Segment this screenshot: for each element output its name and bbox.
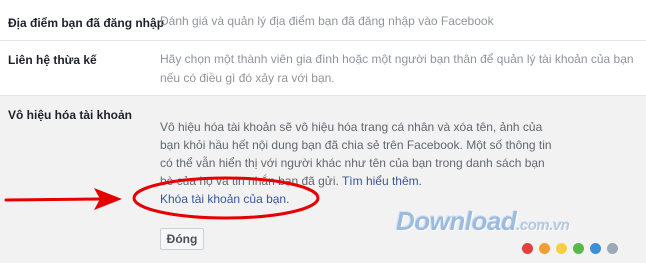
deactivate-description-text: bè của họ và tin nhắn bạn đã gửi.	[160, 174, 342, 188]
row-description: Đánh giá và quản lý địa điểm bạn đã đăng…	[160, 14, 494, 28]
deactivate-description-line-3: có thể vẫn hiển thị với người khác như t…	[160, 156, 545, 170]
row-label: Địa điểm bạn đã đăng nhập	[8, 16, 165, 30]
deactivate-description-line-2: bạn khỏi hầu hết nội dung bạn đã chia sẻ…	[160, 138, 552, 152]
watermark-dot-icon	[573, 243, 584, 254]
watermark-logo: Download.com.vn	[396, 206, 570, 237]
learn-more-link[interactable]: Tìm hiểu thêm.	[342, 174, 422, 188]
deactivate-description-line-4: bè của họ và tin nhắn bạn đã gửi. Tìm hi…	[160, 172, 620, 190]
close-button[interactable]: Đóng	[160, 228, 204, 250]
watermark-text: Download	[396, 206, 517, 236]
settings-row-login-locations[interactable]: Địa điểm bạn đã đăng nhập Đánh giá và qu…	[0, 0, 646, 40]
watermark-dots	[522, 243, 624, 257]
watermark-dot-icon	[522, 243, 533, 254]
row-label: Liên hệ thừa kế	[8, 53, 97, 67]
deactivate-account-link[interactable]: Khóa tài khoản của bạn.	[160, 192, 289, 206]
deactivate-description-line-1: Vô hiệu hóa tài khoản sẽ vô hiệu hóa tra…	[160, 120, 543, 134]
deactivate-label: Vô hiệu hóa tài khoản	[8, 108, 133, 122]
watermark-dot-icon	[607, 243, 618, 254]
watermark-suffix: .com.vn	[516, 217, 570, 234]
settings-row-legacy-contact[interactable]: Liên hệ thừa kế Hãy chọn một thành viên …	[0, 41, 646, 95]
watermark-dot-icon	[556, 243, 567, 254]
watermark-dot-icon	[539, 243, 550, 254]
watermark-dot-icon	[590, 243, 601, 254]
row-description-line-1: Hãy chọn một thành viên gia đình hoặc mộ…	[160, 52, 634, 66]
row-description-line-2: nếu có điều gì đó xảy ra với bạn.	[160, 71, 335, 85]
